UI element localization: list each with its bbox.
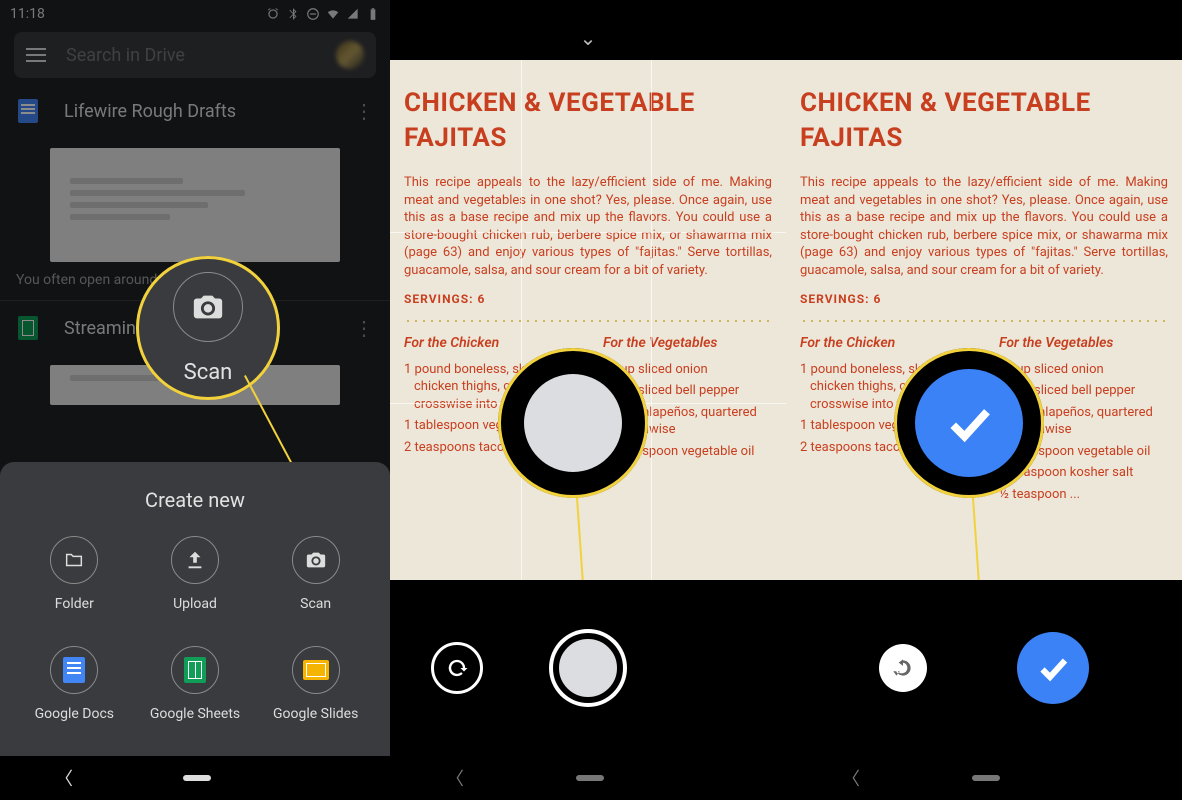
camera-bar xyxy=(390,580,786,756)
home-pill[interactable] xyxy=(972,775,1000,781)
create-docs[interactable]: Google Docs xyxy=(14,646,135,722)
nav-bar: 〈 xyxy=(390,756,786,800)
confirm-bar xyxy=(786,580,1182,756)
upload-icon xyxy=(184,549,206,571)
sheet-title: Create new xyxy=(14,488,376,512)
scan-preview: CHICKEN & VEGETABLEFAJITAS This recipe a… xyxy=(786,60,1182,580)
back-icon[interactable]: 〈 xyxy=(446,765,464,791)
scan-callout: Scan xyxy=(136,256,280,400)
chevron-down-icon[interactable]: ⌄ xyxy=(580,26,597,50)
shutter-callout xyxy=(498,348,648,498)
back-icon[interactable]: 〈 xyxy=(842,765,860,791)
create-slides[interactable]: Google Slides xyxy=(255,646,376,722)
back-icon[interactable]: 〈 xyxy=(55,765,73,791)
switch-camera-button[interactable] xyxy=(431,642,483,694)
create-scan[interactable]: Scan xyxy=(255,536,376,612)
create-sheets[interactable]: Google Sheets xyxy=(135,646,256,722)
shutter-button[interactable] xyxy=(553,633,623,703)
create-new-sheet: Create new Folder Upload Scan Google Doc… xyxy=(0,462,390,756)
camera-icon xyxy=(305,549,327,571)
camera-icon xyxy=(173,272,243,342)
sheets-icon xyxy=(184,657,206,683)
nav-bar: 〈 xyxy=(0,756,390,800)
folder-icon xyxy=(63,549,85,571)
viewfinder: CHICKEN & VEGETABLEFAJITAS This recipe a… xyxy=(390,60,786,580)
slides-icon xyxy=(303,660,329,680)
confirm-callout xyxy=(894,348,1044,498)
recents-icon[interactable] xyxy=(716,771,730,785)
recents-icon[interactable] xyxy=(1112,771,1126,785)
retake-button[interactable] xyxy=(879,644,927,692)
recents-icon[interactable] xyxy=(321,771,335,785)
confirm-button[interactable] xyxy=(1017,632,1089,704)
home-pill[interactable] xyxy=(576,775,604,781)
nav-bar: 〈 xyxy=(786,756,1182,800)
docs-icon xyxy=(63,657,85,683)
create-upload[interactable]: Upload xyxy=(135,536,256,612)
create-folder[interactable]: Folder xyxy=(14,536,135,612)
home-pill[interactable] xyxy=(183,775,211,781)
